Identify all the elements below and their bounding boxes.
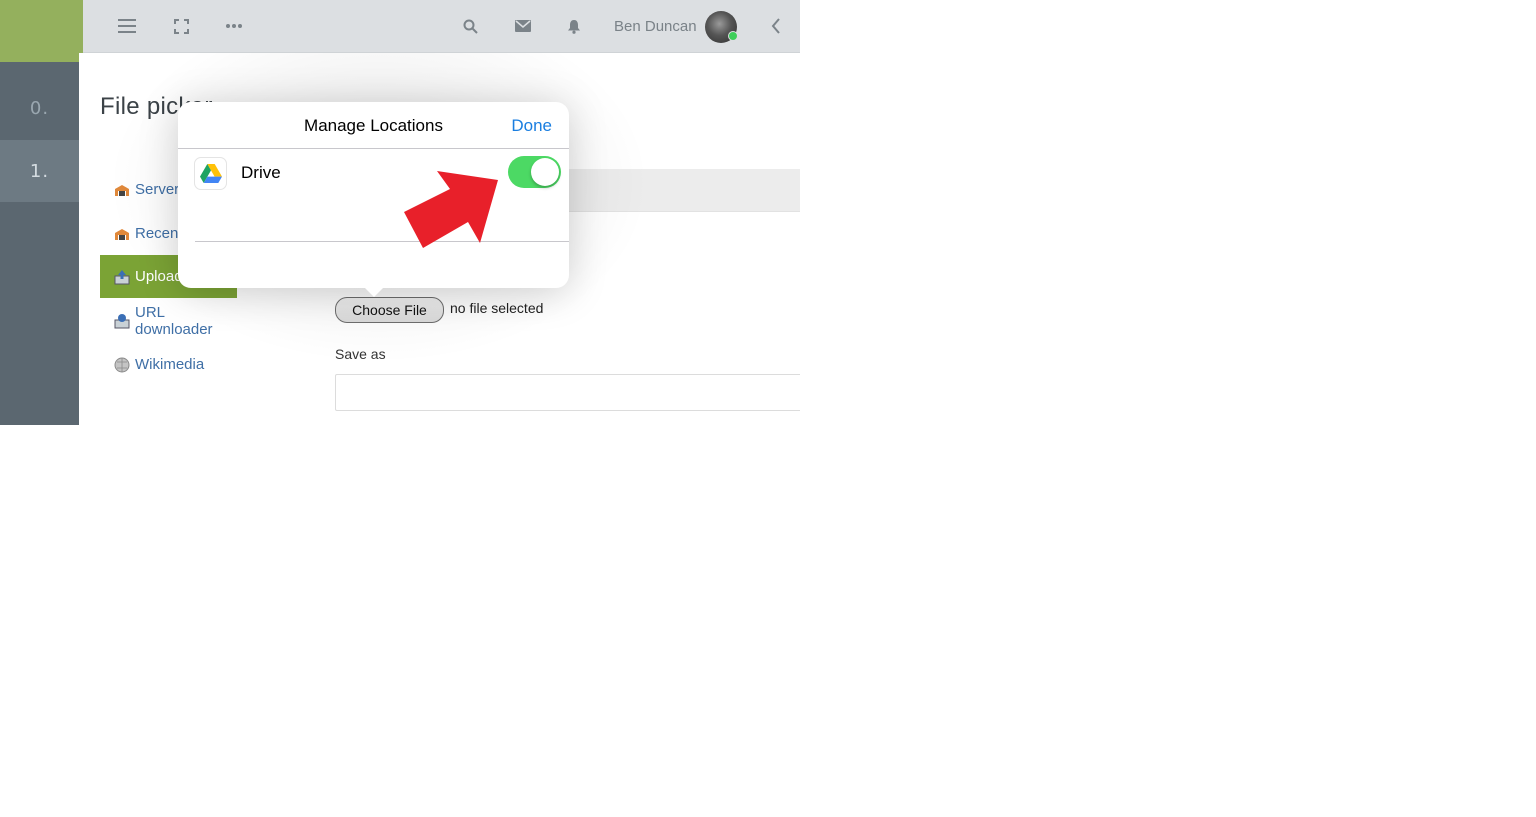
- chevron-left-icon[interactable]: [766, 16, 786, 36]
- sidebar-item-label: Recent: [135, 225, 183, 242]
- avatar[interactable]: [705, 11, 738, 43]
- done-button[interactable]: Done: [511, 116, 552, 136]
- location-label-drive: Drive: [241, 163, 281, 182]
- sidebar-item-label: Server: [135, 181, 180, 198]
- online-status-dot: [728, 31, 738, 41]
- manage-locations-popover: Manage Locations Done Drive: [178, 102, 569, 288]
- upload-icon: [114, 269, 130, 285]
- url-download-icon: [114, 313, 130, 329]
- save-as-label: Save as: [335, 346, 386, 362]
- save-as-input[interactable]: [335, 374, 800, 411]
- user-name[interactable]: Ben Duncan: [614, 18, 697, 35]
- fullscreen-icon[interactable]: [171, 16, 191, 36]
- section-header-band: [565, 169, 800, 212]
- rail-brand-block: [0, 0, 83, 62]
- divider: [195, 241, 569, 242]
- wikimedia-icon: [114, 357, 130, 373]
- annotation-arrow-icon: [404, 171, 498, 248]
- sidebar-item-wikimedia[interactable]: Wikimedia: [100, 343, 237, 386]
- choose-file-button[interactable]: Choose File: [335, 297, 444, 323]
- search-icon[interactable]: [460, 16, 480, 36]
- sidebar-item-label: Wikimedia: [135, 356, 205, 373]
- sidebar-item-label: URL downloader: [135, 303, 213, 338]
- sidebar-item-label: Upload: [135, 268, 183, 285]
- drive-toggle[interactable]: [508, 156, 561, 188]
- repository-icon: [114, 182, 130, 198]
- top-bar: Ben Duncan: [83, 0, 800, 53]
- no-file-selected-text: no file selected: [450, 300, 544, 316]
- left-rail: 0. 1.: [0, 0, 83, 425]
- screenshot-region: 0. 1. Ben Duncan File picker Server Rece…: [0, 0, 800, 425]
- toggle-knob: [531, 158, 559, 186]
- mail-icon[interactable]: [513, 16, 533, 36]
- bell-icon[interactable]: [564, 16, 584, 36]
- popover-title: Manage Locations: [304, 116, 443, 135]
- divider: [178, 148, 569, 149]
- rail-item-0[interactable]: 0.: [0, 77, 79, 139]
- popover-arrow: [362, 285, 386, 297]
- repository-icon: [114, 226, 130, 242]
- sidebar-item-url-downloader[interactable]: URL downloader: [100, 299, 237, 342]
- google-drive-icon: [194, 157, 227, 190]
- rail-item-1[interactable]: 1.: [0, 140, 79, 202]
- hamburger-menu-icon[interactable]: [117, 16, 137, 36]
- more-dots-icon[interactable]: [224, 16, 244, 36]
